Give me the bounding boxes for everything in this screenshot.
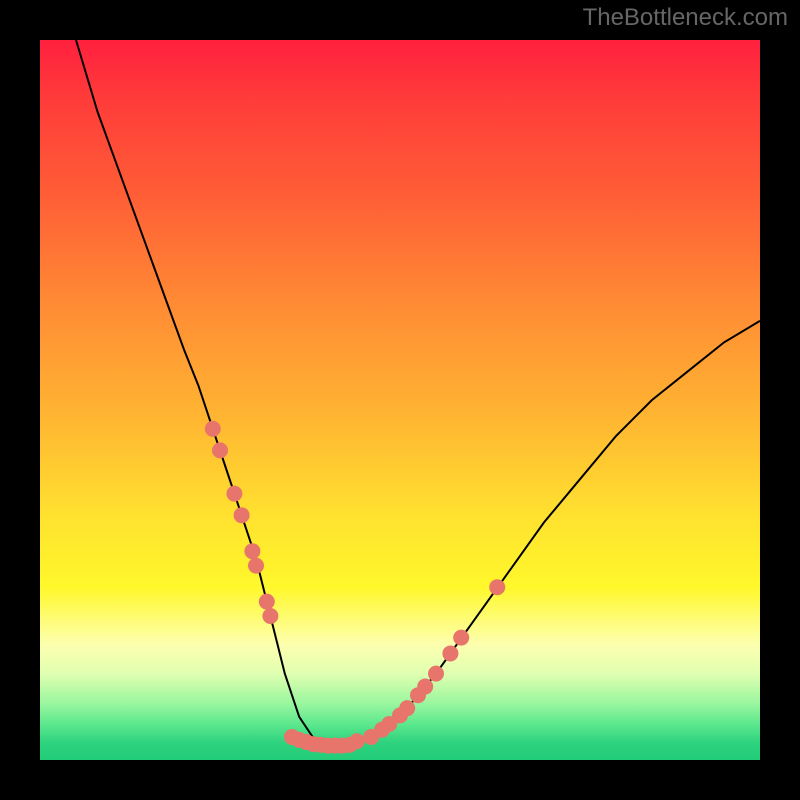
chart-frame: TheBottleneck.com [0, 0, 800, 800]
curve-line [76, 40, 760, 746]
data-dot [212, 442, 228, 458]
data-dot [234, 507, 250, 523]
data-dot [453, 630, 469, 646]
data-dot [259, 594, 275, 610]
data-dot [262, 608, 278, 624]
chart-overlay [40, 40, 760, 760]
data-dot [226, 486, 242, 502]
data-dot [417, 679, 433, 695]
data-dot [428, 666, 444, 682]
data-dot [399, 700, 415, 716]
data-dot [248, 558, 264, 574]
plot-area [40, 40, 760, 760]
data-dot [244, 543, 260, 559]
data-dot [205, 421, 221, 437]
data-dots [205, 421, 505, 754]
data-dot [349, 733, 365, 749]
data-dot [442, 645, 458, 661]
data-dot [489, 579, 505, 595]
watermark-text: TheBottleneck.com [583, 4, 788, 32]
